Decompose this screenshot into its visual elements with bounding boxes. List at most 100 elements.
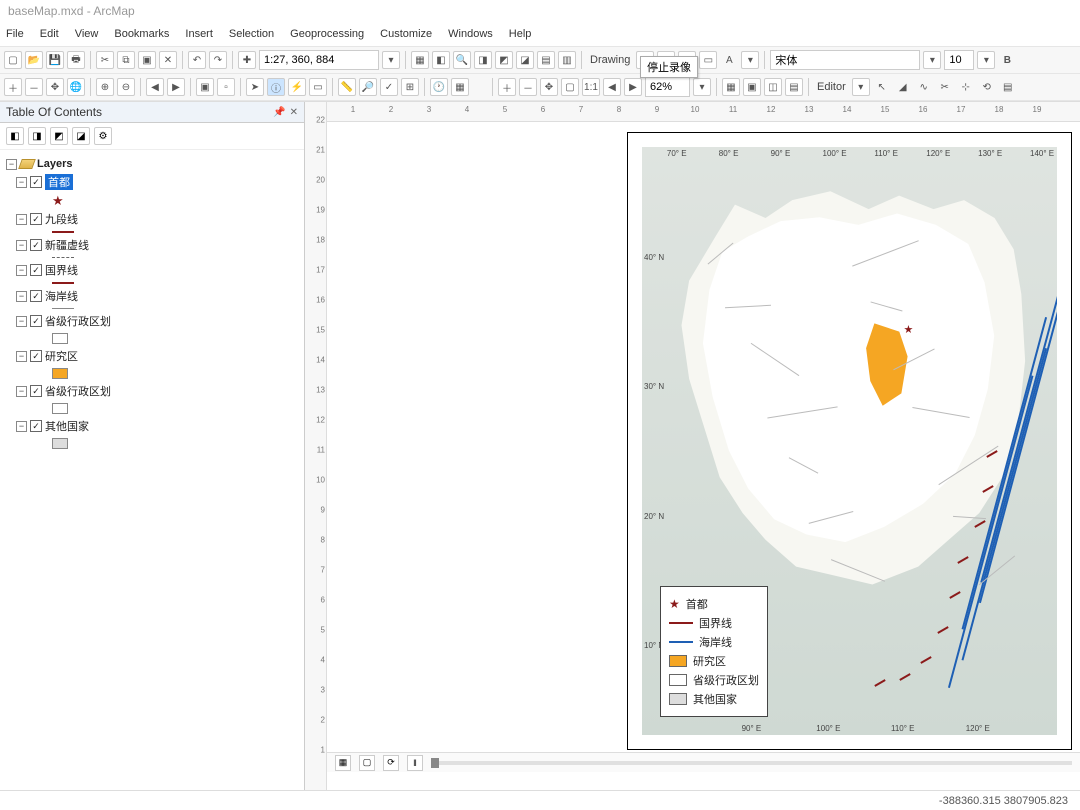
catalog-icon[interactable]: ◧ [432, 51, 450, 69]
editor-dropdown-icon[interactable]: ▾ [852, 78, 870, 96]
list-by-drawing-order-icon[interactable]: ◧ [6, 127, 24, 145]
layer-name-label[interactable]: 海岸线 [45, 288, 78, 304]
measure-icon[interactable]: 📏 [338, 78, 356, 96]
pan-icon[interactable]: ✥ [46, 78, 64, 96]
collapse-icon[interactable]: − [16, 386, 27, 397]
go-to-xy-icon[interactable]: ⊞ [401, 78, 419, 96]
add-data-icon[interactable]: ✚ [238, 51, 256, 69]
save-icon[interactable]: 💾 [46, 51, 64, 69]
layout-back-icon[interactable]: ◀ [603, 78, 621, 96]
options-icon[interactable]: ⚙ [94, 127, 112, 145]
layout-sheet[interactable]: ★ 70° E80° E90° E100° E110° E120° E130° … [627, 132, 1072, 750]
layout-zoom-dropdown-icon[interactable]: ▾ [693, 78, 711, 96]
delete-icon[interactable]: ✕ [159, 51, 177, 69]
arctoolbox-icon[interactable]: ◨ [474, 51, 492, 69]
table-icon[interactable]: ▤ [537, 51, 555, 69]
modelbuilder-icon[interactable]: ◪ [516, 51, 534, 69]
edit-vertices-icon[interactable]: ◢ [894, 78, 912, 96]
find-route-icon[interactable]: ✓ [380, 78, 398, 96]
collapse-icon[interactable]: − [16, 177, 27, 188]
layer-symbol-row[interactable]: ★ [4, 192, 300, 209]
collapse-icon[interactable]: − [16, 291, 27, 302]
close-panel-icon[interactable]: ✕ [290, 107, 298, 118]
layer-symbol-row[interactable] [4, 436, 300, 451]
collapse-icon[interactable]: − [16, 240, 27, 251]
layout-forward-icon[interactable]: ▶ [624, 78, 642, 96]
attributes-icon[interactable]: ▤ [999, 78, 1017, 96]
layer-name-label[interactable]: 国界线 [45, 262, 78, 278]
data-driven-pages-icon[interactable]: ▤ [785, 78, 803, 96]
layer-visibility-checkbox[interactable]: ✓ [30, 385, 42, 397]
pause-drawing-icon[interactable]: ‖ [407, 755, 423, 771]
collapse-icon[interactable]: − [16, 265, 27, 276]
menu-geoprocessing[interactable]: Geoprocessing [290, 28, 364, 40]
collapse-icon[interactable]: − [6, 159, 17, 170]
new-doc-icon[interactable]: ▢ [4, 51, 22, 69]
layer-row[interactable]: − ✓ 省级行政区划 [4, 311, 300, 331]
editor-label[interactable]: Editor [814, 81, 849, 93]
layer-name-label[interactable]: 其他国家 [45, 418, 89, 434]
font-name-input[interactable] [770, 50, 920, 70]
font-size-input[interactable] [944, 50, 974, 70]
menu-edit[interactable]: Edit [40, 28, 59, 40]
redo-icon[interactable]: ↷ [209, 51, 227, 69]
menu-windows[interactable]: Windows [448, 28, 493, 40]
python-icon[interactable]: ◩ [495, 51, 513, 69]
back-extent-icon[interactable]: ◀ [146, 78, 164, 96]
scale-input[interactable] [259, 50, 379, 70]
layer-symbol-row[interactable] [4, 366, 300, 381]
layer-name-label[interactable]: 省级行政区划 [45, 313, 111, 329]
find-icon[interactable]: 🔎 [359, 78, 377, 96]
collapse-icon[interactable]: − [16, 214, 27, 225]
layer-name-label[interactable]: 研究区 [45, 348, 78, 364]
layer-visibility-checkbox[interactable]: ✓ [30, 290, 42, 302]
layout-zoom-out-icon[interactable]: － [519, 78, 537, 96]
menu-help[interactable]: Help [509, 28, 532, 40]
layer-visibility-checkbox[interactable]: ✓ [30, 239, 42, 251]
forward-extent-icon[interactable]: ▶ [167, 78, 185, 96]
layer-name-label[interactable]: 新疆虚线 [45, 237, 89, 253]
data-view-icon[interactable]: ▦ [335, 755, 351, 771]
change-layout-icon[interactable]: ◫ [764, 78, 782, 96]
layout-zoom-in-icon[interactable]: ＋ [498, 78, 516, 96]
map-legend[interactable]: ★首都国界线海岸线研究区省级行政区划其他国家 [660, 586, 768, 717]
split-icon[interactable]: ⊹ [957, 78, 975, 96]
layout-view-icon[interactable]: ▢ [359, 755, 375, 771]
layer-visibility-checkbox[interactable]: ✓ [30, 350, 42, 362]
select-features-icon[interactable]: ▣ [196, 78, 214, 96]
scale-dropdown-icon[interactable]: ▾ [382, 51, 400, 69]
text-tool-icon[interactable]: A [720, 51, 738, 69]
results-icon[interactable]: ▥ [558, 51, 576, 69]
pointer-icon[interactable]: ➤ [246, 78, 264, 96]
bold-button[interactable]: B [998, 51, 1016, 69]
collapse-icon[interactable]: − [16, 351, 27, 362]
layer-row[interactable]: − ✓ 海岸线 [4, 286, 300, 306]
layout-page[interactable]: ★ 70° E80° E90° E100° E110° E120° E130° … [327, 122, 1080, 790]
menu-selection[interactable]: Selection [229, 28, 274, 40]
text-dropdown-icon[interactable]: ▾ [741, 51, 759, 69]
list-by-selection-icon[interactable]: ◪ [72, 127, 90, 145]
layout-pan-icon[interactable]: ✥ [540, 78, 558, 96]
layer-row[interactable]: − ✓ 省级行政区划 [4, 381, 300, 401]
layer-symbol-row[interactable] [4, 401, 300, 416]
cut-polygons-icon[interactable]: ✂ [936, 78, 954, 96]
layout-zoom-input[interactable] [645, 77, 690, 97]
time-slider-icon[interactable]: 🕐 [430, 78, 448, 96]
layer-visibility-checkbox[interactable]: ✓ [30, 315, 42, 327]
menu-file[interactable]: File [6, 28, 24, 40]
menu-insert[interactable]: Insert [185, 28, 213, 40]
hyperlink-icon[interactable]: ⚡ [288, 78, 306, 96]
font-size-dropdown-icon[interactable]: ▾ [977, 51, 995, 69]
menu-view[interactable]: View [75, 28, 99, 40]
focus-dataframe-icon[interactable]: ▣ [743, 78, 761, 96]
cut-icon[interactable]: ✂ [96, 51, 114, 69]
refresh-icon[interactable]: ⟳ [383, 755, 399, 771]
zoom-out-icon[interactable]: － [25, 78, 43, 96]
layer-row[interactable]: − ✓ 其他国家 [4, 416, 300, 436]
layer-row[interactable]: − ✓ 首都 [4, 172, 300, 192]
edit-tool-icon[interactable]: ↖ [873, 78, 891, 96]
rectangle-icon[interactable]: ▭ [699, 51, 717, 69]
clear-selection-icon[interactable]: ▫ [217, 78, 235, 96]
collapse-icon[interactable]: − [16, 316, 27, 327]
editor-toolbar-icon[interactable]: ▦ [411, 51, 429, 69]
